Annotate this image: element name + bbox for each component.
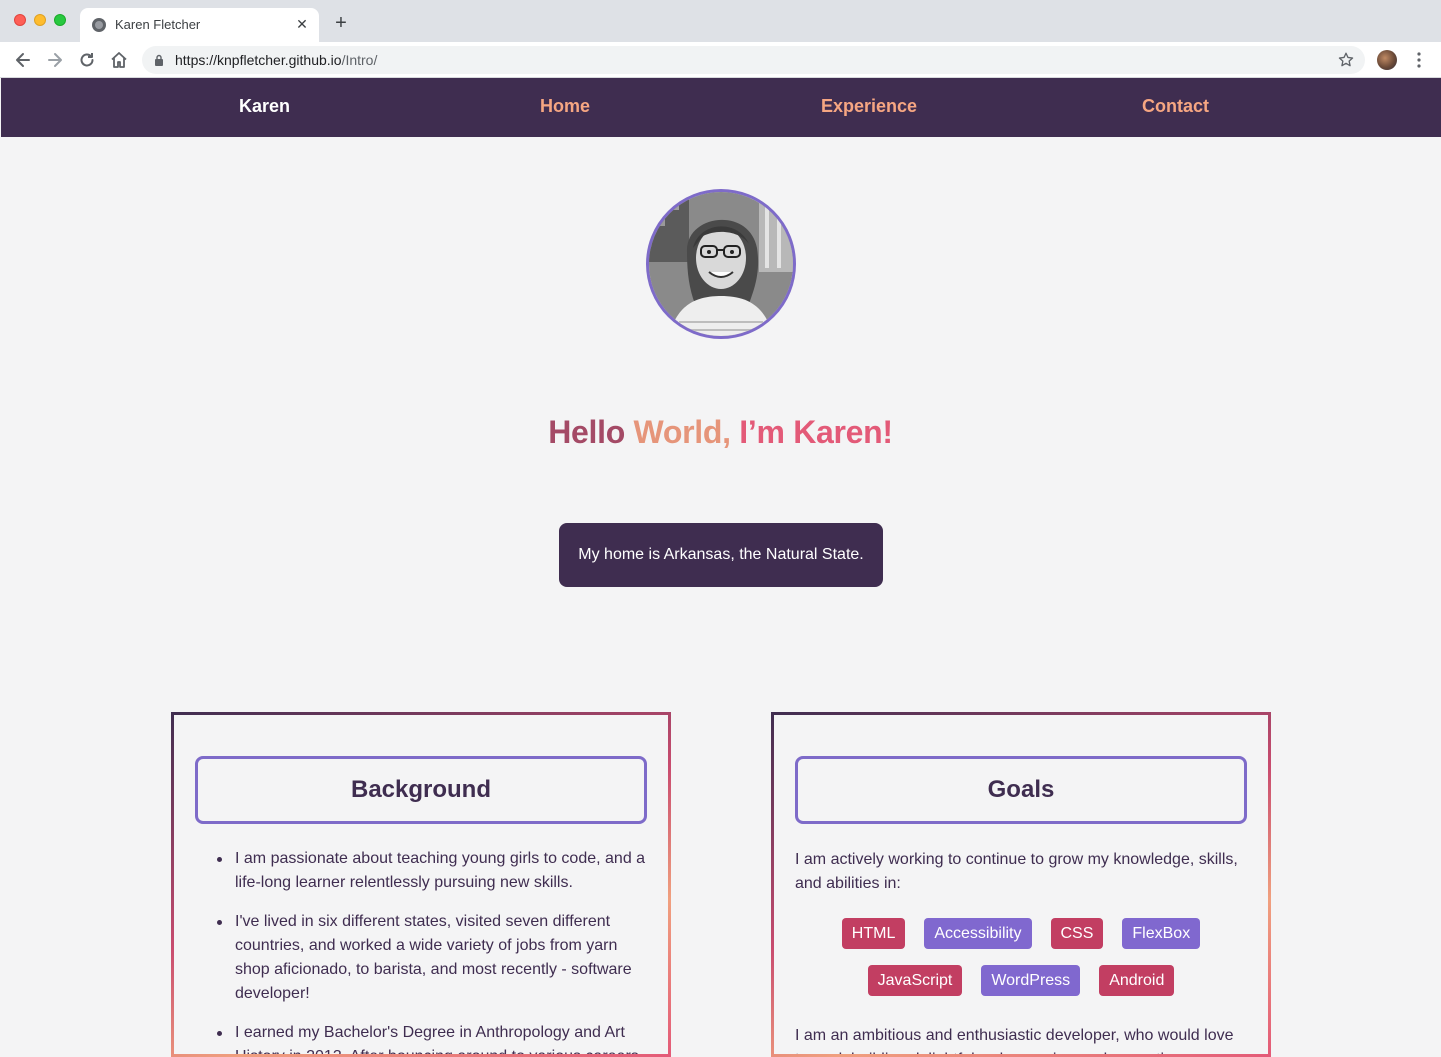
- home-state-banner: My home is Arkansas, the Natural State.: [559, 523, 883, 587]
- skill-badge: HTML: [841, 918, 906, 949]
- skill-badge: JavaScript: [867, 965, 963, 996]
- skill-badge: Android: [1099, 965, 1175, 996]
- nav-link-home[interactable]: Home: [540, 96, 590, 117]
- minimize-window-button[interactable]: [34, 14, 46, 26]
- skill-badge: Accessibility: [924, 918, 1032, 949]
- more-menu-icon[interactable]: [1412, 50, 1426, 70]
- close-window-button[interactable]: [14, 14, 26, 26]
- home-icon[interactable]: [109, 50, 129, 70]
- url-path: /Intro/: [341, 52, 378, 68]
- background-title: Background: [195, 756, 647, 824]
- nav-link-experience[interactable]: Experience: [821, 96, 917, 117]
- browser-chrome: Karen Fletcher ✕ + https://knpfletcher.g…: [0, 0, 1441, 78]
- hero-heading: Hello World, I’m Karen!: [0, 414, 1441, 451]
- new-tab-button[interactable]: +: [331, 13, 351, 33]
- skills-list: HTML Accessibility CSS FlexBox JavaScrip…: [795, 918, 1247, 996]
- profile-avatar[interactable]: [1377, 50, 1397, 70]
- bookmark-star-icon[interactable]: [1337, 51, 1355, 69]
- lock-icon: [155, 54, 163, 66]
- url-host: https://knpfletcher.github.io: [175, 52, 342, 68]
- tab-title: Karen Fletcher: [115, 17, 201, 32]
- site-nav: Karen Home Experience Contact: [1, 78, 1441, 137]
- globe-icon: [92, 18, 106, 32]
- skill-badge: CSS: [1050, 918, 1104, 949]
- skill-badge: WordPress: [981, 965, 1081, 996]
- back-arrow-icon[interactable]: [13, 50, 33, 70]
- close-tab-icon[interactable]: ✕: [294, 16, 310, 32]
- list-item: I've lived in six different states, visi…: [217, 910, 647, 1006]
- reload-icon[interactable]: [77, 50, 97, 70]
- maximize-window-button[interactable]: [54, 14, 66, 26]
- profile-photo: [646, 189, 796, 339]
- browser-tab[interactable]: Karen Fletcher ✕: [80, 8, 319, 42]
- background-card: Background I am passionate about teachin…: [171, 712, 671, 1057]
- goals-outro: I am an ambitious and enthusiastic devel…: [795, 1027, 1234, 1054]
- list-item: I am passionate about teaching young gir…: [217, 847, 647, 895]
- hero-heading-word-2: World,: [633, 414, 731, 450]
- goals-title: Goals: [795, 756, 1247, 824]
- hero-heading-word-1: Hello: [548, 414, 625, 450]
- forward-arrow-icon[interactable]: [45, 50, 65, 70]
- list-item: I earned my Bachelor's Degree in Anthrop…: [217, 1021, 647, 1054]
- nav-link-contact[interactable]: Contact: [1142, 96, 1209, 117]
- background-list: I am passionate about teaching young gir…: [217, 847, 647, 1054]
- goals-card: Goals I am actively working to continue …: [771, 712, 1271, 1057]
- goals-intro: I am actively working to continue to gro…: [795, 851, 1238, 892]
- skill-badge: FlexBox: [1122, 918, 1201, 949]
- url-text: https://knpfletcher.github.io/Intro/: [175, 52, 377, 68]
- address-bar[interactable]: https://knpfletcher.github.io/Intro/: [142, 46, 1365, 74]
- nav-brand[interactable]: Karen: [239, 96, 290, 117]
- hero-heading-word-3: I’m Karen!: [739, 414, 893, 450]
- browser-toolbar: https://knpfletcher.github.io/Intro/: [0, 42, 1441, 78]
